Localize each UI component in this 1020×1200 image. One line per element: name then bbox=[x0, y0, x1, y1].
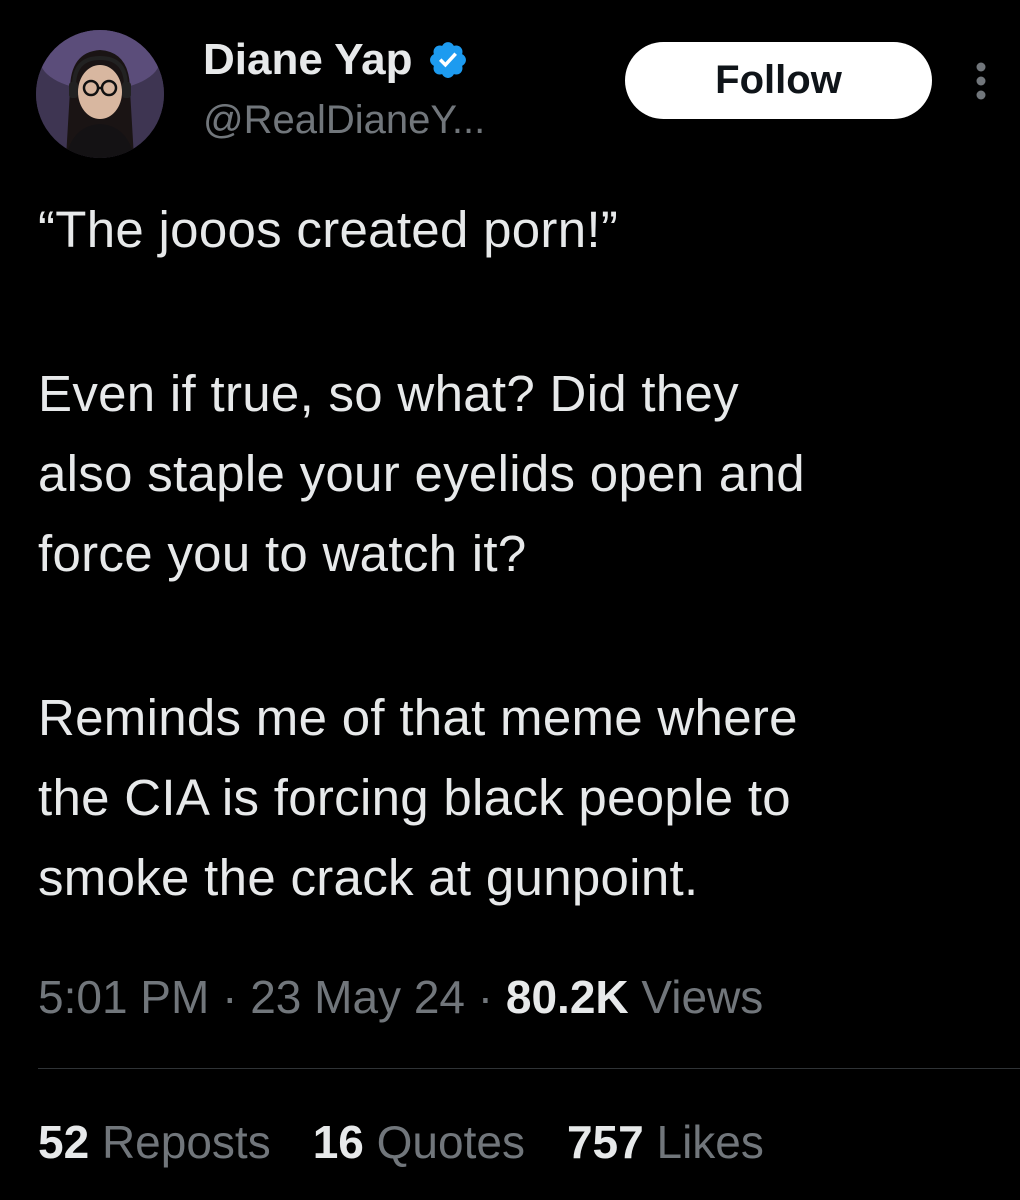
avatar-image bbox=[36, 30, 164, 158]
avatar[interactable] bbox=[36, 30, 164, 158]
views-label: Views bbox=[641, 971, 764, 1023]
more-vertical-icon[interactable] bbox=[966, 56, 996, 106]
likes-stat[interactable]: 757 Likes bbox=[567, 1110, 764, 1174]
verified-badge-icon bbox=[427, 39, 469, 81]
user-handle[interactable]: @RealDianeY... bbox=[203, 95, 485, 145]
user-name-row: Diane Yap bbox=[203, 32, 469, 88]
tweet-paragraph: Reminds me of that meme where the CIA is… bbox=[38, 689, 798, 906]
divider bbox=[38, 1068, 1020, 1069]
reposts-label: Reposts bbox=[101, 1116, 271, 1168]
engagement-stats: 52 Reposts 16 Quotes 757 Likes bbox=[38, 1110, 764, 1174]
reposts-stat[interactable]: 52 Reposts bbox=[38, 1110, 271, 1174]
tweet-card: Diane Yap @RealDianeY... Follow “The joo… bbox=[0, 0, 1020, 1200]
meta-separator: · bbox=[477, 971, 494, 1023]
quotes-stat[interactable]: 16 Quotes bbox=[313, 1110, 525, 1174]
display-name[interactable]: Diane Yap bbox=[203, 32, 413, 88]
views-count: 80.2K bbox=[505, 971, 629, 1023]
reposts-count: 52 bbox=[38, 1116, 90, 1168]
quotes-count: 16 bbox=[312, 1116, 364, 1168]
likes-count: 757 bbox=[566, 1116, 644, 1168]
quotes-label: Quotes bbox=[376, 1116, 525, 1168]
tweet-time[interactable]: 5:01 PM bbox=[38, 971, 209, 1023]
meta-separator: · bbox=[222, 971, 238, 1023]
follow-button[interactable]: Follow bbox=[625, 42, 932, 119]
tweet-paragraph: “The jooos created porn!” bbox=[38, 201, 619, 258]
tweet-date[interactable]: 23 May 24 bbox=[250, 971, 465, 1023]
tweet-text: “The jooos created porn!” Even if true, … bbox=[38, 190, 998, 918]
tweet-meta: 5:01 PM · 23 May 24 · 80.2K Views bbox=[38, 965, 763, 1029]
tweet-paragraph: Even if true, so what? Did they also sta… bbox=[38, 365, 805, 582]
likes-label: Likes bbox=[656, 1116, 764, 1168]
